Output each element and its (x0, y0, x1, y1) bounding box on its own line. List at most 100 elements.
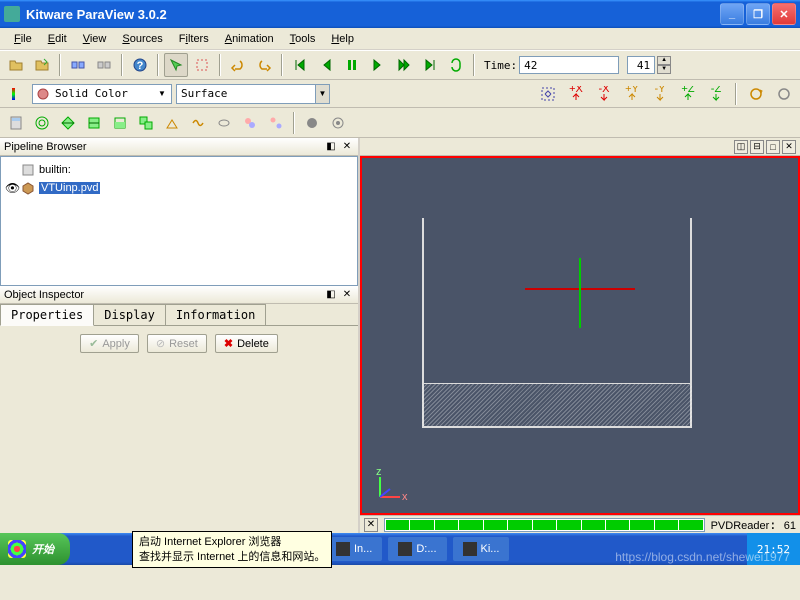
main-toolbar: ? Time: ▲▼ (0, 50, 800, 80)
clip-button[interactable] (56, 111, 80, 135)
pipeline-browser[interactable]: builtin: 👁 VTUinp.pvd (0, 156, 358, 286)
reset-camera-button[interactable] (536, 82, 560, 106)
save-button[interactable] (30, 53, 54, 77)
menu-filters[interactable]: Filters (171, 31, 217, 47)
time-spinner[interactable]: ▲▼ (657, 56, 671, 74)
filters-toolbar (0, 108, 800, 138)
start-button[interactable]: 开始 (0, 533, 70, 565)
delete-icon: ✖ (224, 337, 233, 350)
extra2-button[interactable] (326, 111, 350, 135)
vcr-play-button[interactable] (340, 53, 364, 77)
separator (219, 54, 221, 76)
taskbar-task[interactable]: D:... (388, 537, 446, 561)
glyph-button[interactable] (160, 111, 184, 135)
render-view[interactable]: xz (360, 156, 800, 515)
left-panel: Pipeline Browser ◧ ✕ builtin: 👁 VTUinp.p… (0, 138, 360, 533)
pipeline-item-builtin[interactable]: builtin: (5, 161, 353, 179)
panel-close-button[interactable]: ✕ (340, 288, 354, 302)
disconnect-button[interactable] (92, 53, 116, 77)
extra1-button[interactable] (300, 111, 324, 135)
color-legend-button[interactable] (4, 82, 28, 106)
visibility-icon[interactable]: 👁 (5, 181, 17, 195)
sphere-icon (35, 86, 51, 102)
app-icon (463, 542, 477, 556)
vcr-prev-button[interactable] (314, 53, 338, 77)
vcr-next-button[interactable] (366, 53, 390, 77)
cancel-progress-button[interactable]: ✕ (364, 518, 378, 532)
menu-sources[interactable]: Sources (114, 31, 170, 47)
split-h-button[interactable]: ◫ (734, 140, 748, 154)
split-v-button[interactable]: ⊟ (750, 140, 764, 154)
vcr-loop-button[interactable] (444, 53, 468, 77)
menu-edit[interactable]: Edit (40, 31, 75, 47)
vcr-first-button[interactable] (288, 53, 312, 77)
axis-minusz-button[interactable]: -Z (704, 82, 728, 106)
separator (157, 54, 159, 76)
stream-button[interactable] (186, 111, 210, 135)
calculator-button[interactable] (4, 111, 28, 135)
tab-information[interactable]: Information (165, 304, 266, 325)
tab-properties[interactable]: Properties (0, 304, 94, 326)
separator (59, 54, 61, 76)
group-button[interactable] (238, 111, 262, 135)
taskbar-task[interactable]: In... (326, 537, 382, 561)
watermark: https://blog.csdn.net/shewei1977 (615, 550, 790, 564)
connect-button[interactable] (66, 53, 90, 77)
pipeline-item-label: builtin: (39, 164, 71, 176)
help-button[interactable]: ? (128, 53, 152, 77)
undock-button[interactable]: ◧ (324, 140, 338, 154)
svg-text:z: z (376, 466, 382, 478)
reset-button[interactable]: ⊘ Reset (147, 334, 207, 353)
minimize-button[interactable]: _ (720, 3, 744, 25)
warp-button[interactable] (212, 111, 236, 135)
axis-plusy-button[interactable]: +Y (620, 82, 644, 106)
open-button[interactable] (4, 53, 28, 77)
representation-combo[interactable]: ▼ (176, 84, 330, 104)
axis-plusz-button[interactable]: +Z (676, 82, 700, 106)
rotate-button[interactable] (744, 82, 768, 106)
ungroup-button[interactable] (264, 111, 288, 135)
menu-tools[interactable]: Tools (282, 31, 324, 47)
axis-minusx-button[interactable]: -X (592, 82, 616, 106)
undock-button[interactable]: ◧ (324, 288, 338, 302)
menu-file[interactable]: File (6, 31, 40, 47)
taskbar-task[interactable]: Ki... (453, 537, 510, 561)
svg-text:-Y: -Y (655, 86, 667, 95)
svg-text:x: x (402, 491, 408, 503)
pipeline-item-vtuinp[interactable]: 👁 VTUinp.pvd (5, 179, 353, 197)
app-icon (398, 542, 412, 556)
rubber-band-button[interactable] (190, 53, 214, 77)
axis-plusx-button[interactable]: +X (564, 82, 588, 106)
time-frame-input[interactable] (627, 56, 655, 74)
slice-button[interactable] (82, 111, 106, 135)
vcr-fwd-button[interactable] (392, 53, 416, 77)
delete-button[interactable]: ✖ Delete (215, 334, 278, 353)
threshold-button[interactable] (108, 111, 132, 135)
redo-button[interactable] (252, 53, 276, 77)
progress-label: PVDReader: 61 (711, 518, 796, 532)
contour-button[interactable] (30, 111, 54, 135)
time-value-input[interactable] (519, 56, 619, 74)
color-by-combo[interactable]: Solid Color ▼ (32, 84, 172, 104)
maximize-button[interactable]: ❐ (746, 3, 770, 25)
maximize-view-button[interactable]: □ (766, 140, 780, 154)
menu-animation[interactable]: Animation (217, 31, 282, 47)
viewport-toolbar: ◫ ⊟ □ ✕ (360, 138, 800, 156)
menu-help[interactable]: Help (323, 31, 362, 47)
extract-button[interactable] (134, 111, 158, 135)
close-button[interactable]: ✕ (772, 3, 796, 25)
axis-minusy-button[interactable]: -Y (648, 82, 672, 106)
rotate2-button[interactable] (772, 82, 796, 106)
color-mode-text: Solid Color (51, 87, 155, 100)
properties-panel: ✔ Apply ⊘ Reset ✖ Delete (0, 326, 358, 361)
panel-close-button[interactable]: ✕ (340, 140, 354, 154)
select-mode-button[interactable] (164, 53, 188, 77)
apply-button[interactable]: ✔ Apply (80, 334, 139, 353)
menu-view[interactable]: View (75, 31, 115, 47)
undo-button[interactable] (226, 53, 250, 77)
vcr-last-button[interactable] (418, 53, 442, 77)
representation-text[interactable] (176, 84, 316, 104)
close-view-button[interactable]: ✕ (782, 140, 796, 154)
tab-display[interactable]: Display (93, 304, 166, 325)
server-icon (21, 163, 35, 177)
